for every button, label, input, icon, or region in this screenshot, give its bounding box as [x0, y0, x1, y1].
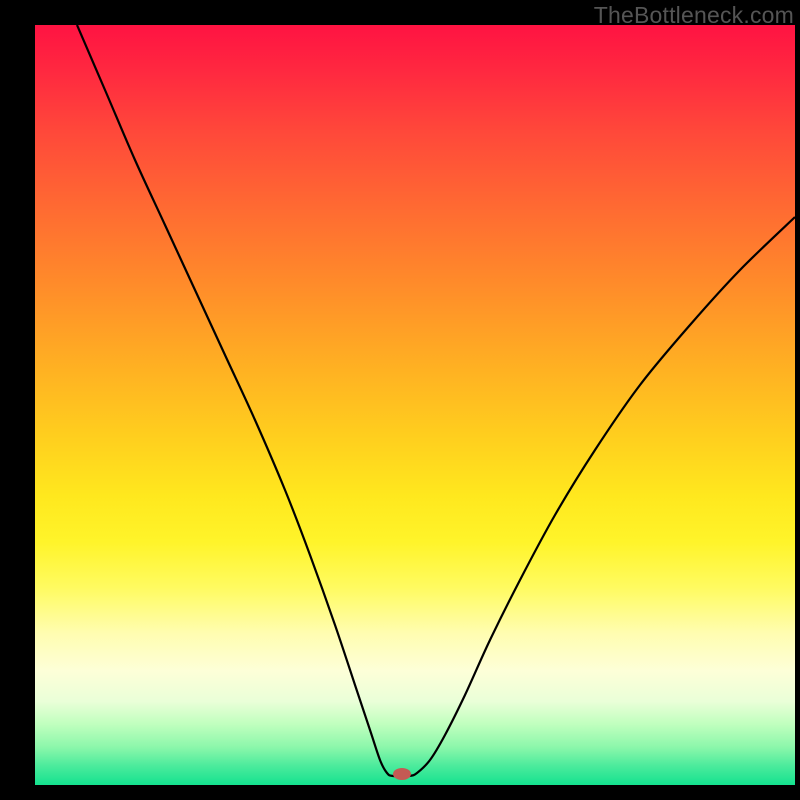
optimum-marker	[393, 768, 411, 780]
plot-area	[35, 25, 795, 785]
bottleneck-curve	[77, 25, 795, 776]
chart-frame: TheBottleneck.com	[0, 0, 800, 800]
curve-layer	[35, 25, 795, 785]
watermark-text: TheBottleneck.com	[594, 2, 794, 29]
